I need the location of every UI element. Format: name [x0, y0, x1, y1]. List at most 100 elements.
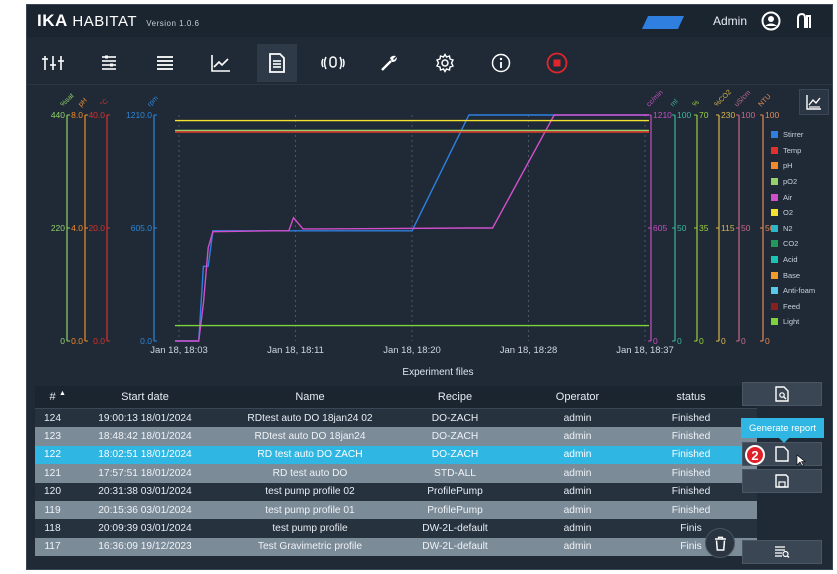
axis-tick-label: 70 [699, 110, 709, 120]
title-bar: IKA HABITAT Version 1.0.6 Admin [27, 5, 832, 37]
table-cell: ProfilePump [427, 486, 483, 498]
view-file-button[interactable] [742, 382, 822, 406]
legend-swatch [771, 193, 778, 201]
brand-logo-text: IKA [37, 11, 68, 30]
sound-icon[interactable] [313, 44, 353, 82]
axis-title: ml [669, 98, 679, 108]
table-cell: DW-2L-default [422, 523, 488, 535]
table-row[interactable]: 121 17:57:51 18/01/2024 RD test auto DO STD… [35, 464, 757, 483]
table-cell: DW-2L-default [422, 541, 488, 553]
table-cell: 17:57:51 18/01/2024 [98, 467, 192, 479]
table-cell: 122 [44, 449, 61, 461]
axis-tick-label: 605.0 [131, 223, 153, 233]
legend-swatch [771, 224, 778, 232]
chart-view-icon[interactable] [799, 89, 829, 115]
legend-label: Stirrer [783, 130, 804, 140]
table-cell: ProfilePump [427, 504, 483, 516]
settings-icon[interactable] [425, 44, 465, 82]
axis-tick-label: 0 [765, 336, 770, 346]
legend-item: Acid [771, 252, 831, 268]
legend-label: N2 [783, 223, 793, 233]
axis-tick-label: 50 [677, 223, 687, 233]
table-row[interactable]: 120 20:31:38 03/01/2024 test pump profile … [35, 482, 757, 501]
parameters-icon[interactable] [89, 44, 129, 82]
table-row[interactable]: 122 18:02:51 18/01/2024 RD test auto DO ZA… [35, 445, 757, 465]
logout-icon[interactable] [793, 10, 815, 32]
main-toolbar [27, 41, 832, 85]
experiment-files-table: # Start date Name Recipe Operator status 124 1… [35, 386, 757, 557]
axis-tick-label: 50 [741, 223, 751, 233]
axis-tick-label: 0 [677, 336, 682, 346]
axis-tick-label: 1210 [653, 110, 672, 120]
axis-title: pH [77, 97, 88, 108]
table-cell: 124 [44, 412, 61, 424]
table-cell: 19:00:13 18/01/2024 [98, 412, 192, 424]
axis-tick-label: 230 [721, 110, 735, 120]
legend-label: Light [783, 317, 800, 327]
stop-icon[interactable] [537, 44, 577, 82]
legend-item: Air [771, 189, 831, 205]
table-cell: DO-ZACH [431, 431, 479, 443]
legend-label: O2 [783, 208, 794, 218]
axis-tick-label: 20.0 [88, 223, 105, 233]
habitat-app-window: IKA HABITAT Version 1.0.6 Admin 440 220 … [26, 4, 833, 570]
status-indicator [641, 16, 685, 29]
axis-tick-label: 1210.0 [126, 110, 152, 120]
legend-label: Anti-foam [783, 286, 816, 296]
axis-title: rpm [146, 95, 160, 109]
column-header[interactable]: Recipe [400, 391, 510, 403]
legend-item: pH [771, 158, 831, 174]
column-header[interactable]: Name [220, 391, 400, 403]
experiment-files-icon[interactable] [257, 44, 297, 82]
table-cell: admin [563, 504, 592, 516]
table-cell: STD-ALL [434, 467, 476, 479]
x-tick-label: Jan 18, 18:11 [267, 345, 324, 356]
axis-tick-label: 40.0 [88, 110, 105, 120]
legend-swatch [771, 256, 778, 264]
trend-icon[interactable] [201, 44, 241, 82]
table-cell: Finished [671, 486, 711, 498]
table-cell: Finished [671, 504, 711, 516]
legend-swatch [771, 271, 778, 279]
file-details-button[interactable] [742, 540, 822, 564]
table-row[interactable]: 117 16:36:09 19/12/2023 Test Gravimetric p… [35, 537, 757, 557]
table-cell: DO-ZACH [431, 412, 479, 424]
legend-item: O2 [771, 205, 831, 221]
axis-tick-label: 0.0 [71, 336, 83, 346]
x-tick-label: Jan 18, 18:03 [150, 345, 208, 356]
table-row[interactable]: 119 20:15:36 03/01/2024 test pump profile … [35, 500, 757, 520]
column-header[interactable]: Operator [510, 391, 645, 403]
axis-tick-label: 35 [699, 223, 709, 233]
legend-swatch [771, 146, 778, 154]
save-file-button[interactable] [742, 469, 822, 493]
list-icon[interactable] [145, 44, 185, 82]
table-cell: test pump profile 02 [265, 486, 355, 498]
axis-tick-label: 440 [51, 110, 65, 120]
x-tick-label: Jan 18, 18:20 [383, 345, 441, 356]
legend-item: CO2 [771, 236, 831, 252]
legend-swatch [771, 302, 778, 310]
info-icon[interactable] [481, 44, 521, 82]
table-row[interactable]: 118 20:09:39 03/01/2024 test pump profile D… [35, 519, 757, 538]
legend-label: Acid [783, 255, 798, 265]
table-body: 124 19:00:13 18/01/2024 RDtest auto DO 18j… [35, 409, 757, 557]
axis-tick-label: 220 [51, 223, 65, 233]
app-version: Version 1.0.6 [146, 19, 200, 28]
table-row[interactable]: 124 19:00:13 18/01/2024 RDtest auto DO 18j… [35, 409, 757, 428]
table-cell: RD test auto DO ZACH [257, 449, 363, 461]
column-header[interactable]: Start date [70, 391, 220, 403]
table-row[interactable]: 123 18:48:42 18/01/2024 RDtest auto DO 18j… [35, 427, 757, 446]
table-cell: admin [563, 541, 592, 553]
table-cell: Finished [671, 431, 711, 443]
legend-item: Feed [771, 299, 831, 315]
table-cell: 119 [44, 504, 61, 516]
table-cell: 20:09:39 03/01/2024 [98, 523, 192, 535]
axis-tick-label: 0 [741, 336, 746, 346]
tools-icon[interactable] [369, 44, 409, 82]
delete-file-button[interactable] [705, 528, 735, 558]
column-header[interactable]: status [645, 391, 737, 403]
sort-ascending-icon[interactable]: ▲ [59, 390, 66, 397]
dashboard-icon[interactable] [33, 44, 73, 82]
table-cell: 120 [44, 486, 61, 498]
user-avatar-icon[interactable] [760, 10, 782, 32]
